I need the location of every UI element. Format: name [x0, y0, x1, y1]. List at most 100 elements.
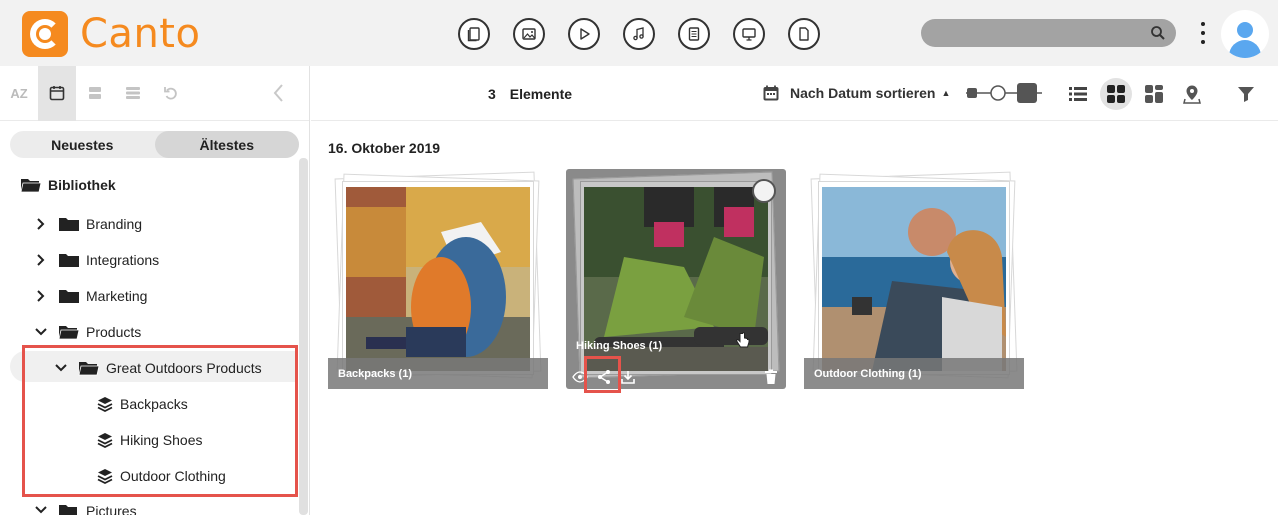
chevron-down-icon[interactable] [34, 503, 48, 515]
tree-item-label: Pictures [86, 503, 137, 515]
undo-icon [164, 87, 177, 100]
image-filter-button[interactable] [513, 18, 545, 50]
folder-open-icon [59, 505, 77, 515]
logo-text: Canto [80, 11, 201, 57]
download-icon[interactable] [620, 369, 636, 385]
layout-icon [89, 87, 101, 99]
folder-icon [59, 290, 79, 303]
video-filter-button[interactable] [568, 18, 600, 50]
slider-large-icon [1017, 83, 1037, 103]
tree-root-label: Bibliothek [48, 177, 116, 193]
search-icon[interactable] [1150, 25, 1166, 41]
highlight-box-tree [22, 345, 298, 497]
all-files-filter-button[interactable] [458, 18, 490, 50]
stack-view-button[interactable] [114, 66, 152, 121]
album-card-outdoor-clothing[interactable]: Outdoor Clothing (1) [804, 169, 1024, 389]
main-content: 3 Elemente Nach Datum sortieren ▲ 16. Ok… [311, 66, 1278, 515]
date-view-button[interactable] [38, 65, 76, 121]
map-view-button[interactable] [1176, 78, 1208, 110]
chevron-right-icon[interactable] [34, 289, 48, 303]
tab-oldest[interactable]: Ältestes [154, 131, 299, 158]
music-note-icon [633, 27, 644, 41]
canto-logo-icon [22, 11, 68, 57]
hand-cursor-icon [736, 332, 750, 348]
play-icon [580, 28, 590, 40]
alphabetical-view-button[interactable]: AZ [0, 66, 38, 121]
card-caption: Backpacks (1) [328, 358, 548, 389]
select-checkbox[interactable] [752, 179, 776, 203]
highlight-box-share [584, 356, 621, 393]
folder-open-icon [20, 179, 42, 193]
mosaic-view-icon [1145, 85, 1163, 103]
files-icon [467, 27, 480, 42]
tree-root-bibliothek[interactable]: Bibliothek [20, 167, 116, 203]
list-view-button[interactable] [1062, 78, 1094, 110]
presentation-filter-button[interactable] [733, 18, 765, 50]
other-filter-button[interactable] [788, 18, 820, 50]
tree-item-pictures[interactable]: Pictures [34, 494, 137, 515]
sort-tabs: Neuestes Ältestes [10, 131, 299, 158]
user-avatar[interactable] [1221, 10, 1269, 58]
album-card-backpacks[interactable]: Backpacks (1) [328, 169, 548, 389]
more-menu-icon[interactable] [1196, 22, 1210, 44]
item-count: 3 Elemente [488, 86, 572, 102]
layout-view-button[interactable] [76, 66, 114, 121]
grid-view-button[interactable] [1100, 78, 1132, 110]
card-caption: Outdoor Clothing (1) [804, 358, 1024, 389]
thumbnail-backpacks [346, 187, 530, 371]
caret-up-icon: ▲ [941, 88, 951, 98]
slider-small-icon [967, 88, 977, 98]
type-filter-group [458, 18, 820, 50]
canto-logo[interactable]: Canto [22, 11, 201, 57]
stack-icon [126, 87, 140, 99]
folder-open-icon [58, 326, 80, 340]
tree-item-label: Marketing [86, 288, 148, 304]
document-icon [688, 27, 700, 41]
top-bar: Canto [0, 0, 1278, 66]
calendar-icon [49, 86, 65, 101]
tab-newest[interactable]: Neuestes [10, 131, 155, 158]
collapse-sidebar-icon[interactable] [269, 82, 289, 104]
blank-file-icon [799, 27, 809, 41]
search-input[interactable] [921, 19, 1176, 47]
list-view-icon [1069, 87, 1087, 101]
document-filter-button[interactable] [678, 18, 710, 50]
tree-item-label: Products [86, 324, 142, 340]
slider-handle [990, 85, 1006, 101]
tree-item-label: Integrations [86, 252, 160, 268]
filter-icon [1238, 87, 1254, 102]
grid-view-icon [1107, 85, 1125, 103]
audio-filter-button[interactable] [623, 18, 655, 50]
calendar-icon [763, 85, 779, 101]
item-count-number: 3 [488, 86, 496, 102]
card-title: Hiking Shoes (1) [576, 340, 663, 352]
location-pin-icon [1183, 85, 1201, 104]
filter-button[interactable] [1230, 78, 1262, 110]
mosaic-view-button[interactable] [1138, 78, 1170, 110]
chevron-down-icon[interactable] [34, 325, 48, 339]
item-count-label: Elemente [509, 86, 573, 102]
tree-item-branding[interactable]: Branding [34, 206, 142, 242]
tree-item-label: Branding [86, 216, 143, 232]
undo-button[interactable] [152, 66, 190, 121]
sidebar-toolbar: AZ [0, 65, 309, 121]
thumbnail-outdoor-clothing [822, 187, 1006, 371]
sidebar-scrollbar[interactable] [299, 158, 308, 515]
tree-item-marketing[interactable]: Marketing [34, 278, 147, 314]
presentation-icon [742, 28, 756, 41]
image-icon [522, 28, 536, 40]
az-label: AZ [10, 85, 28, 101]
card-title: Outdoor Clothing (1) [814, 368, 922, 380]
chevron-right-icon[interactable] [34, 253, 48, 267]
date-group-heading: 16. Oktober 2019 [328, 140, 441, 156]
sort-dropdown[interactable]: Nach Datum sortieren ▲ [762, 84, 950, 102]
sort-label: Nach Datum sortieren [790, 85, 936, 101]
folder-icon [59, 254, 79, 267]
trash-icon[interactable] [764, 369, 778, 384]
chevron-right-icon[interactable] [34, 217, 48, 231]
thumbnail-size-slider[interactable] [964, 82, 1044, 104]
tree-item-integrations[interactable]: Integrations [34, 242, 159, 278]
main-toolbar: 3 Elemente Nach Datum sortieren ▲ [311, 66, 1278, 121]
card-title: Backpacks (1) [338, 368, 412, 380]
folder-icon [59, 218, 79, 231]
